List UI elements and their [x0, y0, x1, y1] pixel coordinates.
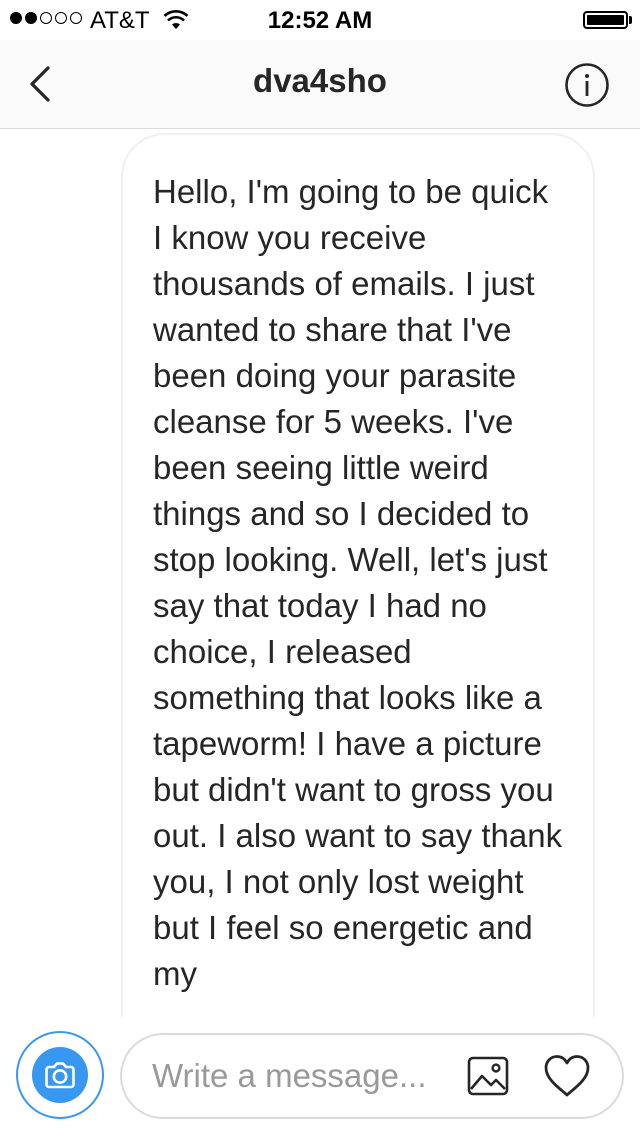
camera-icon — [32, 1047, 88, 1103]
camera-button[interactable] — [16, 1031, 104, 1119]
message-thread[interactable]: Hello, I'm going to be quick I know you … — [0, 129, 640, 1017]
status-bar: AT&T 12:52 AM — [0, 0, 640, 40]
message-field — [120, 1033, 624, 1119]
gallery-icon — [467, 1056, 509, 1096]
heart-icon — [544, 1055, 590, 1097]
direct-message-screen: AT&T 12:52 AM dva4sho Hello, I'm going t… — [0, 0, 640, 1136]
like-button[interactable] — [542, 1053, 592, 1099]
battery-icon — [583, 11, 628, 29]
battery-tip — [629, 16, 632, 24]
message-bubble[interactable]: Hello, I'm going to be quick I know you … — [121, 133, 595, 1017]
gallery-button[interactable] — [466, 1053, 512, 1099]
status-time: 12:52 AM — [267, 7, 373, 34]
message-composer — [0, 1017, 640, 1136]
message-input[interactable] — [152, 1053, 452, 1099]
info-icon — [565, 63, 609, 107]
conversation-header: dva4sho — [0, 40, 640, 129]
message-text: Hello, I'm going to be quick I know you … — [153, 173, 563, 992]
conversation-title[interactable]: dva4sho — [0, 62, 640, 100]
info-button[interactable] — [564, 62, 610, 108]
